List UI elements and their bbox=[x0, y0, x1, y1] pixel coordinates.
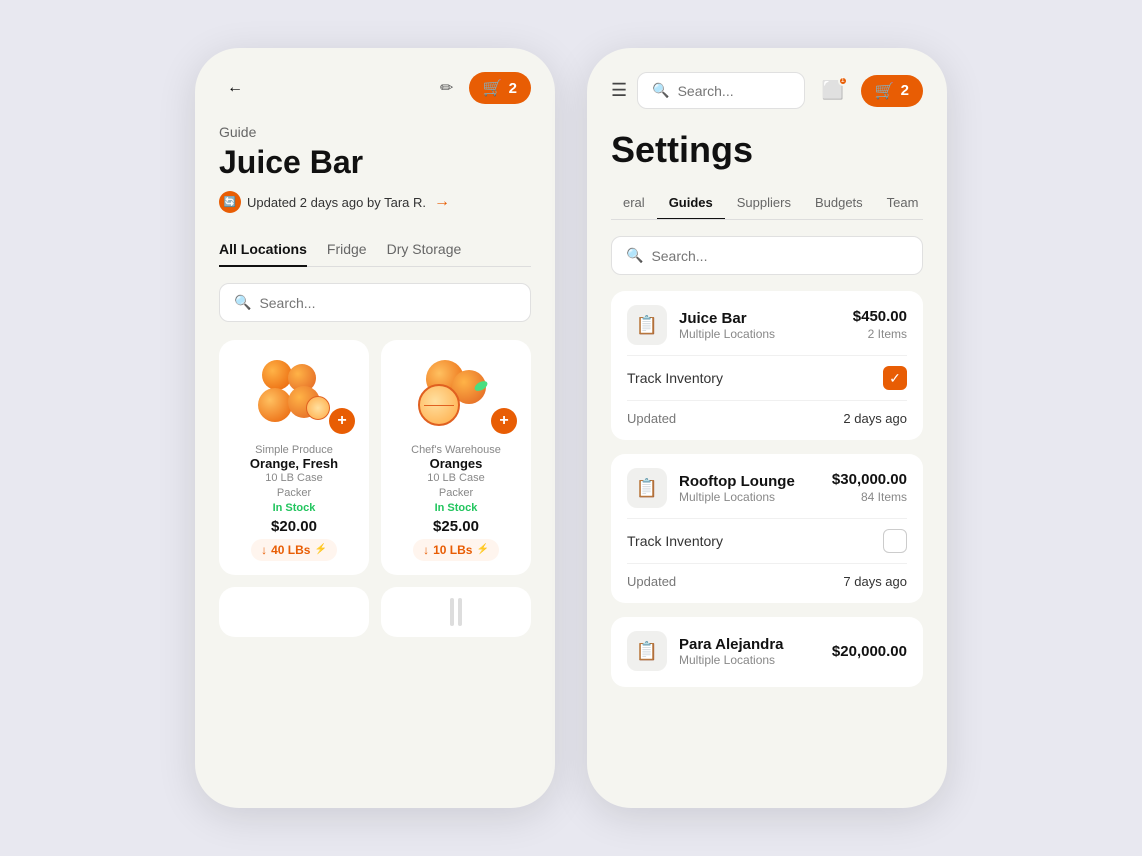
stock-status-2: In Stock bbox=[395, 502, 517, 514]
tab-dry-storage[interactable]: Dry Storage bbox=[387, 233, 462, 267]
back-icon: ← bbox=[227, 79, 243, 97]
guide-items-0: 2 Items bbox=[868, 327, 907, 341]
guide-icon-juice-bar: 📋 bbox=[627, 305, 667, 345]
settings-tabs: eral Guides Suppliers Budgets Team Dep..… bbox=[611, 187, 923, 220]
back-button[interactable]: ← bbox=[219, 72, 251, 104]
tab-suppliers[interactable]: Suppliers bbox=[725, 187, 803, 220]
guide-name-0: Juice Bar bbox=[679, 310, 841, 327]
guide-items-1: 84 Items bbox=[861, 490, 907, 504]
cart-button[interactable]: 🛒 2 bbox=[469, 72, 531, 104]
tab-general[interactable]: eral bbox=[611, 187, 657, 220]
track-inventory-checkbox-1[interactable] bbox=[883, 529, 907, 553]
guide-icon-para-alejandra: 📋 bbox=[627, 631, 667, 671]
qty-badge-2[interactable]: ↓ 10 LBs ⚡ bbox=[413, 539, 499, 561]
top-right-icons: ✏ 🛒 2 bbox=[433, 72, 531, 104]
product-name-1: Orange, Fresh bbox=[233, 456, 355, 471]
updated-key-0: Updated bbox=[627, 411, 676, 426]
settings-search-input[interactable] bbox=[678, 83, 790, 99]
guide-list: 📋 Juice Bar Multiple Locations $450.00 2… bbox=[611, 291, 923, 687]
lightning-icon-1: ⚡ bbox=[314, 544, 326, 555]
product-card-2: + Chef's Warehouse Oranges 10 LB Case Pa… bbox=[381, 340, 531, 575]
guide-card-juice-bar: 📋 Juice Bar Multiple Locations $450.00 2… bbox=[611, 291, 923, 440]
lightning-icon-2: ⚡ bbox=[476, 544, 488, 555]
product-card-partial-1 bbox=[219, 587, 369, 637]
guide-name-1: Rooftop Lounge bbox=[679, 473, 820, 490]
add-product-1-button[interactable]: + bbox=[329, 408, 355, 434]
guide-price-1: $30,000.00 bbox=[832, 471, 907, 488]
product-price-2: $25.00 bbox=[395, 518, 517, 535]
updated-val-1: 7 days ago bbox=[843, 574, 907, 589]
guide-label: Guide bbox=[219, 124, 531, 140]
guide-price-0: $450.00 bbox=[853, 308, 907, 325]
add-product-2-button[interactable]: + bbox=[491, 408, 517, 434]
qty-value-1: 40 LBs bbox=[271, 543, 310, 557]
updated-val-0: 2 days ago bbox=[843, 411, 907, 426]
stock-status-1: In Stock bbox=[233, 502, 355, 514]
product-price-1: $20.00 bbox=[233, 518, 355, 535]
product-search-bar: 🔍 bbox=[219, 283, 531, 322]
product-grid: + Simple Produce Orange, Fresh 10 LB Cas… bbox=[219, 340, 531, 575]
product-search-input[interactable] bbox=[259, 295, 516, 311]
right-cart-icon: 🛒 bbox=[875, 81, 895, 101]
track-label-1: Track Inventory bbox=[627, 533, 723, 549]
search-icon: 🔍 bbox=[234, 294, 251, 311]
left-phone: ← ✏ 🛒 2 Guide Juice Bar 🔄 Updated 2 days… bbox=[195, 48, 555, 808]
cart-count: 2 bbox=[509, 80, 517, 97]
product-card-1: + Simple Produce Orange, Fresh 10 LB Cas… bbox=[219, 340, 369, 575]
settings-search-bar: 🔍 bbox=[637, 72, 805, 109]
tab-all-locations[interactable]: All Locations bbox=[219, 233, 307, 267]
settings-search-icon: 🔍 bbox=[652, 82, 669, 99]
guide-track-row-1: Track Inventory bbox=[627, 518, 907, 564]
product-sub-2: 10 LB Case Packer bbox=[395, 471, 517, 502]
product-name-2: Oranges bbox=[395, 456, 517, 471]
guide-icon-rooftop: 📋 bbox=[627, 468, 667, 508]
notification-badge: 1 bbox=[838, 76, 848, 86]
right-cart-count: 2 bbox=[901, 82, 909, 99]
supplier-name-2: Chef's Warehouse bbox=[395, 444, 517, 456]
settings-title: Settings bbox=[611, 129, 923, 171]
guide-card-para-alejandra: 📋 Para Alejandra Multiple Locations $20,… bbox=[611, 617, 923, 687]
product-card-partial-2 bbox=[381, 587, 531, 637]
right-top-bar: ☰ 🔍 ⬜ 1 🛒 2 bbox=[611, 72, 923, 109]
tab-guides[interactable]: Guides bbox=[657, 187, 725, 220]
guide-track-row-0: Track Inventory ✓ bbox=[627, 355, 907, 401]
product-grid-bottom bbox=[219, 587, 531, 637]
page-title: Juice Bar bbox=[219, 144, 531, 181]
guide-location-0: Multiple Locations bbox=[679, 327, 841, 341]
left-top-bar: ← ✏ 🛒 2 bbox=[219, 72, 531, 104]
guide-location-1: Multiple Locations bbox=[679, 490, 820, 504]
supplier-name-1: Simple Produce bbox=[233, 444, 355, 456]
guide-name-2: Para Alejandra bbox=[679, 636, 820, 653]
location-tabs: All Locations Fridge Dry Storage bbox=[219, 233, 531, 267]
product-sub-1: 10 LB Case Packer bbox=[233, 471, 355, 502]
qty-badge-1[interactable]: ↓ 40 LBs ⚡ bbox=[251, 539, 337, 561]
guides-search-input[interactable] bbox=[651, 248, 908, 264]
guide-card-rooftop-lounge: 📋 Rooftop Lounge Multiple Locations $30,… bbox=[611, 454, 923, 603]
tab-team[interactable]: Team bbox=[875, 187, 923, 220]
notification-button[interactable]: ⬜ 1 bbox=[815, 73, 851, 109]
updated-key-1: Updated bbox=[627, 574, 676, 589]
checkmark-icon: ✓ bbox=[889, 370, 901, 387]
track-label-0: Track Inventory bbox=[627, 370, 723, 386]
updated-badge-icon: 🔄 bbox=[219, 191, 241, 213]
edit-button[interactable]: ✏ bbox=[433, 74, 461, 102]
guides-search-icon: 🔍 bbox=[626, 247, 643, 264]
cart-icon: 🛒 bbox=[483, 78, 503, 98]
right-cart-button[interactable]: 🛒 2 bbox=[861, 75, 923, 107]
guide-price-2: $20,000.00 bbox=[832, 643, 907, 660]
qty-value-2: 10 LBs bbox=[433, 543, 472, 557]
down-arrow-icon-1: ↓ bbox=[261, 543, 267, 557]
edit-icon: ✏ bbox=[440, 78, 453, 98]
tab-budgets[interactable]: Budgets bbox=[803, 187, 875, 220]
updated-text: Updated 2 days ago by Tara R. bbox=[247, 195, 426, 210]
track-inventory-checkbox-0[interactable]: ✓ bbox=[883, 366, 907, 390]
tab-fridge[interactable]: Fridge bbox=[327, 233, 367, 267]
down-arrow-icon-2: ↓ bbox=[423, 543, 429, 557]
updated-arrow[interactable]: → bbox=[434, 193, 450, 211]
right-phone: ☰ 🔍 ⬜ 1 🛒 2 Settings eral Guides Supplie… bbox=[587, 48, 947, 808]
guides-search-bar: 🔍 bbox=[611, 236, 923, 275]
guide-location-2: Multiple Locations bbox=[679, 653, 820, 667]
hamburger-menu-button[interactable]: ☰ bbox=[611, 80, 627, 101]
updated-row: 🔄 Updated 2 days ago by Tara R. → bbox=[219, 191, 531, 213]
